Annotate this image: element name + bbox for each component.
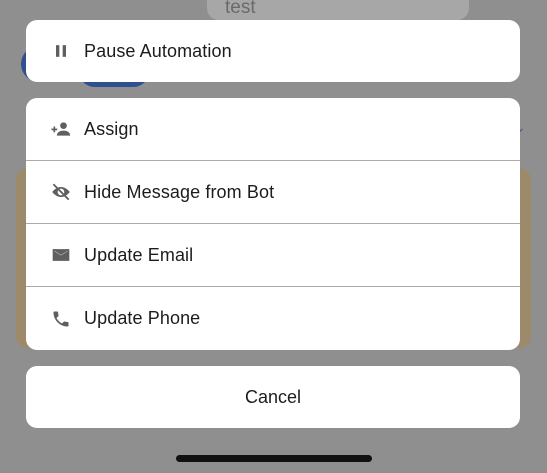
action-sheet-cancel-group: Cancel (26, 366, 520, 428)
assign-button[interactable]: Assign (26, 98, 520, 161)
cancel-label: Cancel (244, 386, 302, 407)
eye-off-icon (50, 181, 72, 203)
background-message-bubble: test (207, 0, 469, 20)
update-phone-button[interactable]: Update Phone (26, 287, 520, 350)
phone-icon (50, 308, 72, 330)
pause-automation-button[interactable]: Pause Automation (26, 20, 520, 82)
update-email-button[interactable]: Update Email (26, 224, 520, 287)
background-message-text: test (225, 0, 256, 18)
hide-message-from-bot-label: Hide Message from Bot (84, 181, 275, 202)
pause-automation-label: Pause Automation (84, 40, 232, 61)
action-sheet-top-group: Pause Automation (26, 20, 520, 82)
envelope-icon (50, 244, 72, 266)
home-indicator[interactable] (176, 455, 372, 462)
action-sheet-main-group: Assign Hide Message from Bot Update Emai… (26, 98, 520, 350)
pause-icon (50, 40, 72, 62)
cancel-button[interactable]: Cancel (26, 366, 520, 428)
update-email-label: Update Email (84, 244, 194, 265)
update-phone-label: Update Phone (84, 308, 201, 328)
hide-message-from-bot-button[interactable]: Hide Message from Bot (26, 161, 520, 224)
assign-label: Assign (84, 118, 139, 139)
person-add-icon (50, 118, 72, 140)
